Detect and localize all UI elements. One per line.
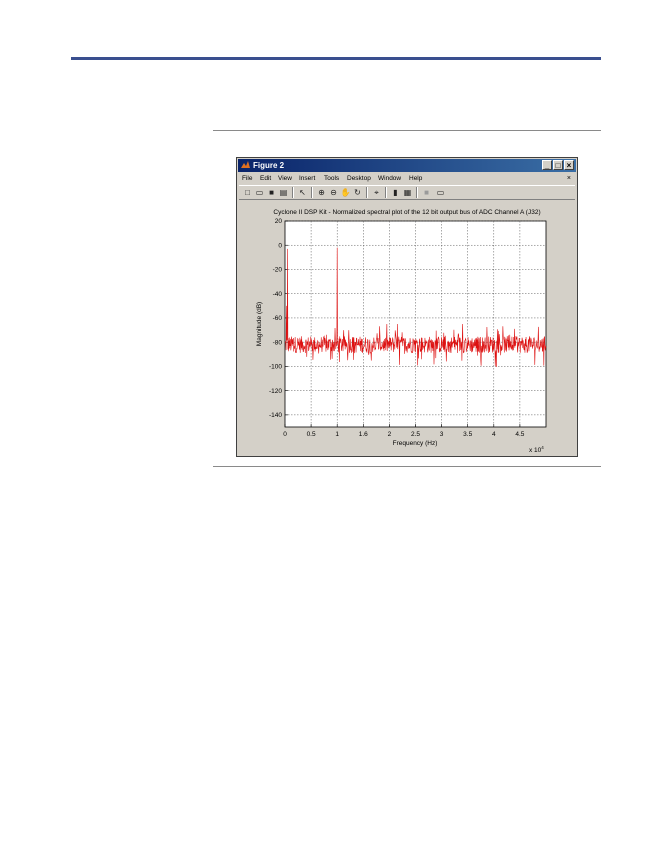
y-tick-label: -140 xyxy=(269,412,282,419)
hide-plot-tools-icon[interactable]: ■ xyxy=(421,187,432,198)
colorbar-icon[interactable]: ▮ xyxy=(390,187,401,198)
x-axis-multiplier: x 104 xyxy=(529,445,544,454)
x-axis-label: Frequency (Hz) xyxy=(393,440,438,447)
x-tick-label: 2.5 xyxy=(411,431,420,438)
rotate-3d-icon[interactable]: ↻ xyxy=(352,187,363,198)
x-multiplier-exponent: 4 xyxy=(541,445,544,450)
x-tick-label: 0.5 xyxy=(307,431,316,438)
menu-bar: File Edit View Insert Tools Desktop Wind… xyxy=(239,173,575,184)
legend-icon[interactable]: ▦ xyxy=(402,187,413,198)
figure-window: Figure 2 _ □ × File Edit View Insert Too… xyxy=(236,157,578,457)
y-tick-label: -80 xyxy=(273,339,283,346)
figure-bottom-rule xyxy=(213,466,601,467)
toolbar-separator xyxy=(366,187,368,198)
menu-window[interactable]: Window xyxy=(378,173,401,184)
y-tick-label: 0 xyxy=(278,242,282,249)
figure-top-rule xyxy=(213,130,601,131)
toolbar-separator xyxy=(292,187,294,198)
y-tick-label: -40 xyxy=(273,291,283,298)
open-file-icon[interactable]: ▭ xyxy=(254,187,265,198)
maximize-button[interactable]: □ xyxy=(553,160,563,170)
spectral-plot: Cyclone II DSP Kit - Normalized spectral… xyxy=(256,209,547,454)
menu-file[interactable]: File xyxy=(242,173,252,184)
menu-view[interactable]: View xyxy=(278,173,292,184)
data-cursor-icon[interactable]: ⌖ xyxy=(371,187,382,198)
x-tick-label: 4.5 xyxy=(515,431,524,438)
print-icon[interactable]: ▤ xyxy=(278,187,289,198)
x-tick-label: 4 xyxy=(492,431,496,438)
header-rule xyxy=(71,57,601,60)
x-tick-label: 3.5 xyxy=(463,431,472,438)
matlab-logo-icon xyxy=(241,161,250,168)
new-figure-icon[interactable]: □ xyxy=(242,187,253,198)
x-tick-label: 0 xyxy=(283,431,287,438)
y-tick-label: -20 xyxy=(273,267,283,274)
y-axis-label: Magnitude (dB) xyxy=(256,302,263,346)
x-tick-label: 3 xyxy=(440,431,444,438)
toolbar: □ ▭ ■ ▤ ↖ ⊕ ⊖ ✋ ↻ ⌖ ▮ ▦ ■ ▭ xyxy=(239,185,575,200)
toolbar-separator xyxy=(385,187,387,198)
pan-hand-icon[interactable]: ✋ xyxy=(340,187,351,198)
zoom-out-icon[interactable]: ⊖ xyxy=(328,187,339,198)
y-tick-label: 20 xyxy=(275,218,283,225)
menu-tools[interactable]: Tools xyxy=(324,173,339,184)
x-tick-label: 1.6 xyxy=(359,431,368,438)
x-tick-label: 1 xyxy=(335,431,339,438)
menu-help[interactable]: Help xyxy=(409,173,422,184)
toolbar-separator xyxy=(416,187,418,198)
menu-insert[interactable]: Insert xyxy=(299,173,315,184)
window-title: Figure 2 xyxy=(253,161,285,170)
y-tick-label: -60 xyxy=(273,315,283,322)
show-plot-tools-icon[interactable]: ▭ xyxy=(435,187,446,198)
edit-plot-arrow-icon[interactable]: ↖ xyxy=(297,187,308,198)
y-tick-label: -100 xyxy=(269,364,282,371)
menu-edit[interactable]: Edit xyxy=(260,173,271,184)
minimize-button[interactable]: _ xyxy=(542,160,552,170)
y-tick-label: -120 xyxy=(269,388,282,395)
zoom-in-icon[interactable]: ⊕ xyxy=(316,187,327,198)
save-icon[interactable]: ■ xyxy=(266,187,277,198)
close-button[interactable]: × xyxy=(564,160,574,170)
window-titlebar[interactable]: Figure 2 _ □ × xyxy=(238,159,576,172)
x-tick-label: 2 xyxy=(388,431,392,438)
x-multiplier-base: x 10 xyxy=(529,447,542,454)
chart-title: Cyclone II DSP Kit - Normalized spectral… xyxy=(273,209,540,216)
menu-desktop[interactable]: Desktop xyxy=(347,173,371,184)
toolbar-separator xyxy=(311,187,313,198)
menu-close-icon[interactable]: × xyxy=(567,173,571,184)
